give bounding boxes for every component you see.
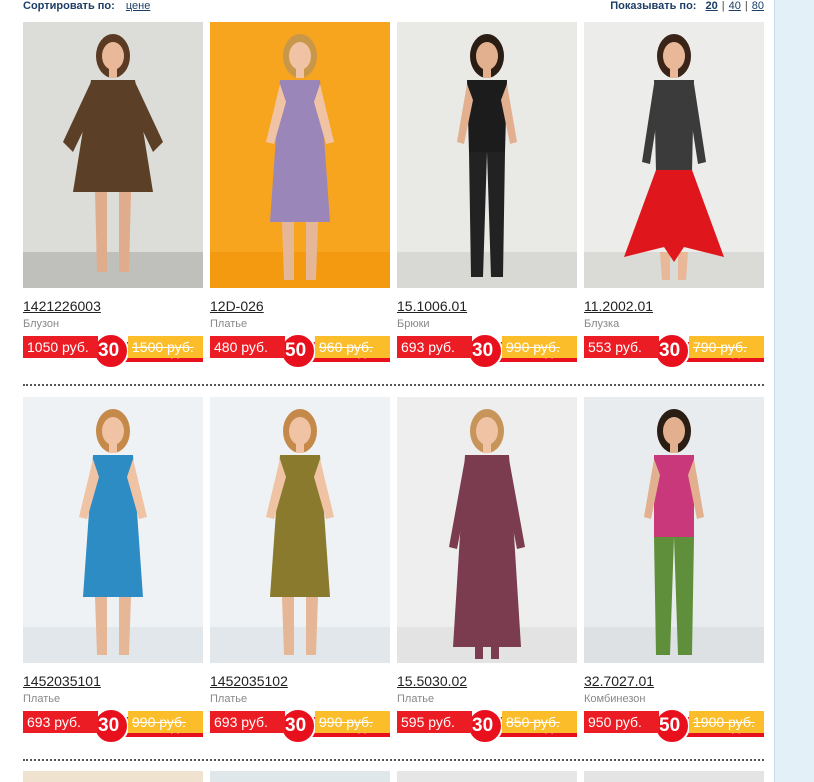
product-price[interactable]: 553 руб. xyxy=(584,336,659,358)
product-category: Брюки xyxy=(397,318,430,330)
product-category: Блузон xyxy=(23,318,60,330)
product-category: Платье xyxy=(397,693,435,705)
product-category: Платье xyxy=(210,318,248,330)
product-price[interactable]: 693 руб. xyxy=(397,336,472,358)
product-sku-link[interactable]: 11.2002.01 xyxy=(584,298,653,314)
discount-percent: 50 xyxy=(285,340,307,361)
model-figure-icon xyxy=(23,397,203,663)
product-card[interactable]: 30 %скидка 1452035101 Платье 693 руб. 99… xyxy=(23,397,203,757)
row-divider xyxy=(23,759,764,761)
model-figure-icon xyxy=(584,397,764,663)
product-photo[interactable] xyxy=(584,22,764,288)
model-figure-icon xyxy=(210,397,390,663)
page-size-control: Показывать по: 20 | 40 | 80 xyxy=(610,0,764,12)
discount-percent: 30 xyxy=(472,340,494,361)
discount-percent: 30 xyxy=(285,715,307,736)
product-photo[interactable] xyxy=(397,397,577,663)
product-category: Платье xyxy=(210,693,248,705)
product-photo[interactable] xyxy=(584,397,764,663)
product-card[interactable]: 30 %скидка 1452035102 Платье 693 руб. 99… xyxy=(210,397,390,757)
product-old-price: 1900 руб. xyxy=(689,711,764,733)
product-photo-partial[interactable] xyxy=(23,771,203,782)
product-photo[interactable] xyxy=(23,22,203,288)
row-divider xyxy=(23,384,764,386)
page-size-80-link[interactable]: 80 xyxy=(752,0,764,12)
page-size-40-link[interactable]: 40 xyxy=(729,0,741,12)
page-size-separator: | xyxy=(744,0,748,12)
product-category: Блузка xyxy=(584,318,620,330)
discount-percent: 30 xyxy=(98,340,120,361)
page-size-separator: | xyxy=(721,0,725,12)
model-figure-icon xyxy=(397,397,577,663)
model-figure-icon xyxy=(584,22,764,288)
product-card[interactable]: 30 %скидка 11.2002.01 Блузка 553 руб. 79… xyxy=(584,22,764,382)
discount-percent: 30 xyxy=(472,715,494,736)
product-old-price: 990 руб. xyxy=(315,711,390,733)
sort-control: Сортировать по: цене xyxy=(23,0,150,12)
product-card[interactable]: 50 %скидка 32.7027.01 Комбинезон 950 руб… xyxy=(584,397,764,757)
product-photo-partial[interactable] xyxy=(397,771,577,782)
product-old-price: 960 руб. xyxy=(315,336,390,358)
product-sku-link[interactable]: 32.7027.01 xyxy=(584,673,654,689)
product-photo-partial[interactable] xyxy=(584,771,764,782)
sort-by-price-link[interactable]: цене xyxy=(126,0,151,12)
product-photo[interactable] xyxy=(397,22,577,288)
product-photo-partial[interactable] xyxy=(210,771,390,782)
product-old-price: 1500 руб. xyxy=(128,336,203,358)
discount-percent: 30 xyxy=(98,715,120,736)
product-price[interactable]: 1050 руб. xyxy=(23,336,98,358)
product-price[interactable]: 693 руб. xyxy=(210,711,285,733)
product-old-price: 990 руб. xyxy=(502,336,577,358)
product-photo[interactable] xyxy=(210,22,390,288)
product-card[interactable]: 30 %скидка 15.1006.01 Брюки 693 руб. 990… xyxy=(397,22,577,382)
catalog-toolbar: Сортировать по: цене Показывать по: 20 | 4… xyxy=(23,0,764,14)
product-sku-link[interactable]: 12D-026 xyxy=(210,298,264,314)
model-figure-icon xyxy=(210,22,390,288)
product-card[interactable]: 30 %скидка 15.5030.02 Платье 595 руб. 85… xyxy=(397,397,577,757)
discount-percent: 30 xyxy=(659,340,681,361)
product-price[interactable]: 693 руб. xyxy=(23,711,98,733)
discount-percent: 50 xyxy=(659,715,681,736)
product-sku-link[interactable]: 15.1006.01 xyxy=(397,298,467,314)
product-price[interactable]: 950 руб. xyxy=(584,711,659,733)
page-size-label: Показывать по: xyxy=(610,0,697,12)
product-card[interactable]: 30 %скидка 1421226003 Блузон 1050 руб. 1… xyxy=(23,22,203,382)
right-sidebar-edge xyxy=(774,0,814,782)
product-sku-link[interactable]: 1421226003 xyxy=(23,298,101,314)
page-size-20-link[interactable]: 20 xyxy=(706,0,718,12)
product-card[interactable]: 50 %скидка 12D-026 Платье 480 руб. 960 р… xyxy=(210,22,390,382)
product-price[interactable]: 595 руб. xyxy=(397,711,472,733)
product-sku-link[interactable]: 1452035102 xyxy=(210,673,288,689)
product-sku-link[interactable]: 15.5030.02 xyxy=(397,673,467,689)
product-category: Комбинезон xyxy=(584,693,646,705)
product-old-price: 790 руб. xyxy=(689,336,764,358)
model-figure-icon xyxy=(23,22,203,288)
model-figure-icon xyxy=(397,22,577,288)
product-old-price: 990 руб. xyxy=(128,711,203,733)
product-price[interactable]: 480 руб. xyxy=(210,336,285,358)
product-photo[interactable] xyxy=(210,397,390,663)
product-old-price: 850 руб. xyxy=(502,711,577,733)
sort-label: Сортировать по: xyxy=(23,0,115,12)
product-sku-link[interactable]: 1452035101 xyxy=(23,673,101,689)
product-category: Платье xyxy=(23,693,61,705)
product-photo[interactable] xyxy=(23,397,203,663)
